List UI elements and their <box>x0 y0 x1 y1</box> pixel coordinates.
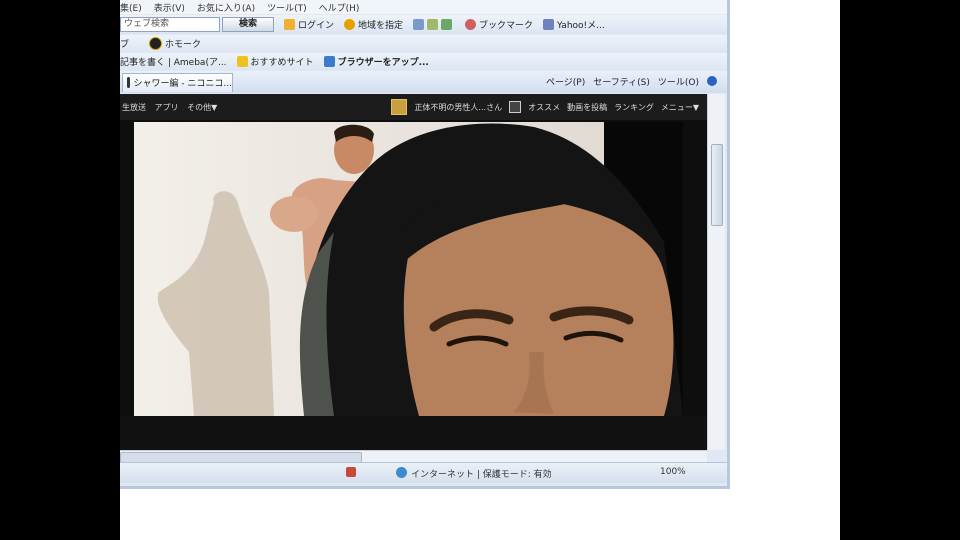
nav-recommend[interactable]: オススメ <box>528 102 560 113</box>
tab-title: シャワー編 - ニコニコ... <box>133 79 232 89</box>
login-button[interactable]: ログイン <box>284 18 334 31</box>
video-player[interactable] <box>134 122 683 416</box>
bookmark-label: ブックマーク <box>479 21 534 31</box>
menu-edit[interactable]: 集(E) <box>120 1 142 14</box>
player-controls-area <box>120 416 707 450</box>
help-icon[interactable] <box>707 76 717 86</box>
search-input[interactable]: ウェブ検索 <box>120 17 220 32</box>
yahoo-mail-icon <box>543 19 555 30</box>
nav-apps[interactable]: アプリ <box>155 103 179 112</box>
toolbar-fragment: ブ <box>120 40 130 50</box>
internet-zone-icon <box>396 467 407 478</box>
folder-icon <box>236 56 248 67</box>
menu-view[interactable]: 表示(V) <box>154 1 185 14</box>
ie-icon <box>323 56 335 67</box>
command-bar: ページ(P) セーフティ(S) ツール(O) <box>538 75 717 88</box>
search-button[interactable]: 検索 <box>222 17 274 32</box>
favorite-recommended[interactable]: おすすめサイト <box>236 55 314 68</box>
menu-bar: 集(E) 表示(V) お気に入り(A) ツール(T) ヘルプ(H) <box>120 0 727 14</box>
pen-icon <box>413 19 425 30</box>
vertical-scrollbar[interactable] <box>707 94 725 450</box>
page-content: 生放送 アプリ その他▼ 正体不明の男性人...さん オススメ 動画を投稿 ラン… <box>120 94 707 450</box>
favorites-bar: 記事を書く | Ameba(ア... おすすめサイト ブラウザーをアップ... <box>120 53 727 70</box>
user-avatar[interactable] <box>391 99 408 115</box>
globe-icon <box>344 19 356 30</box>
bookmark-button[interactable]: ブックマーク <box>465 18 533 31</box>
security-zone[interactable]: インターネット | 保護モード: 有効 <box>411 467 552 480</box>
popup-blocker-icon[interactable] <box>346 467 356 477</box>
home-icon <box>149 37 163 50</box>
toolbar-row: ブ ホモーク <box>120 35 727 52</box>
tab-bar: シャワー編 - ニコニコ... ページ(P) セーフティ(S) ツール(O) <box>120 71 727 93</box>
favorite-ameba[interactable]: 記事を書く | Ameba(ア... <box>120 55 227 68</box>
bookmark-icon <box>465 19 477 30</box>
browser-window: 集(E) 表示(V) お気に入り(A) ツール(T) ヘルプ(H) ウェブ検索 … <box>120 0 730 489</box>
yahoo-mail-label: Yahoo!メ... <box>557 21 605 31</box>
nav-menu[interactable]: メニュー▼ <box>661 102 699 113</box>
login-label: ログイン <box>298 21 335 31</box>
favorite-upgrade[interactable]: ブラウザーをアップ... <box>323 55 429 68</box>
page-menu[interactable]: ページ(P) <box>546 75 585 88</box>
video-frame <box>134 122 683 416</box>
scrollbar-thumb[interactable] <box>711 144 723 226</box>
favorite-upgrade-label: ブラウザーをアップ... <box>337 58 429 68</box>
homepage-button[interactable]: ホモーク <box>149 37 201 50</box>
mail-icon <box>441 19 453 30</box>
tools-menu[interactable]: ツール(O) <box>658 75 699 88</box>
nav-upload[interactable]: 動画を投稿 <box>567 102 607 113</box>
menu-help[interactable]: ヘルプ(H) <box>319 1 360 14</box>
menu-favorites[interactable]: お気に入り(A) <box>197 1 255 14</box>
region-label: 地域を指定 <box>358 21 404 31</box>
star-icon <box>427 19 439 30</box>
login-icon <box>284 19 295 30</box>
tab-favicon-icon <box>127 77 131 88</box>
user-name[interactable]: 正体不明の男性人...さん <box>414 102 502 113</box>
yahoo-toolbar: ウェブ検索 検索 ログイン 地域を指定 ブックマーク Yahoo!メ... <box>120 15 727 34</box>
homepage-label: ホモーク <box>165 40 202 50</box>
favorite-recommended-label: おすすめサイト <box>250 58 314 68</box>
status-bar: インターネット | 保護モード: 有効 100% <box>120 462 727 483</box>
safety-menu[interactable]: セーフティ(S) <box>593 75 650 88</box>
notification-icon[interactable] <box>509 101 522 113</box>
yahoo-mail-button[interactable]: Yahoo!メ... <box>543 18 605 31</box>
nav-other[interactable]: その他▼ <box>187 103 217 112</box>
tab-active[interactable]: シャワー編 - ニコニコ... <box>122 72 233 92</box>
tool-icons[interactable] <box>413 19 455 30</box>
nico-header: 生放送 アプリ その他▼ 正体不明の男性人...さん オススメ 動画を投稿 ラン… <box>120 94 707 120</box>
zoom-level[interactable]: 100% <box>660 467 686 477</box>
nav-live[interactable]: 生放送 <box>122 103 146 112</box>
region-button[interactable]: 地域を指定 <box>344 18 403 31</box>
nav-ranking[interactable]: ランキング <box>614 102 654 113</box>
menu-tools[interactable]: ツール(T) <box>267 1 307 14</box>
